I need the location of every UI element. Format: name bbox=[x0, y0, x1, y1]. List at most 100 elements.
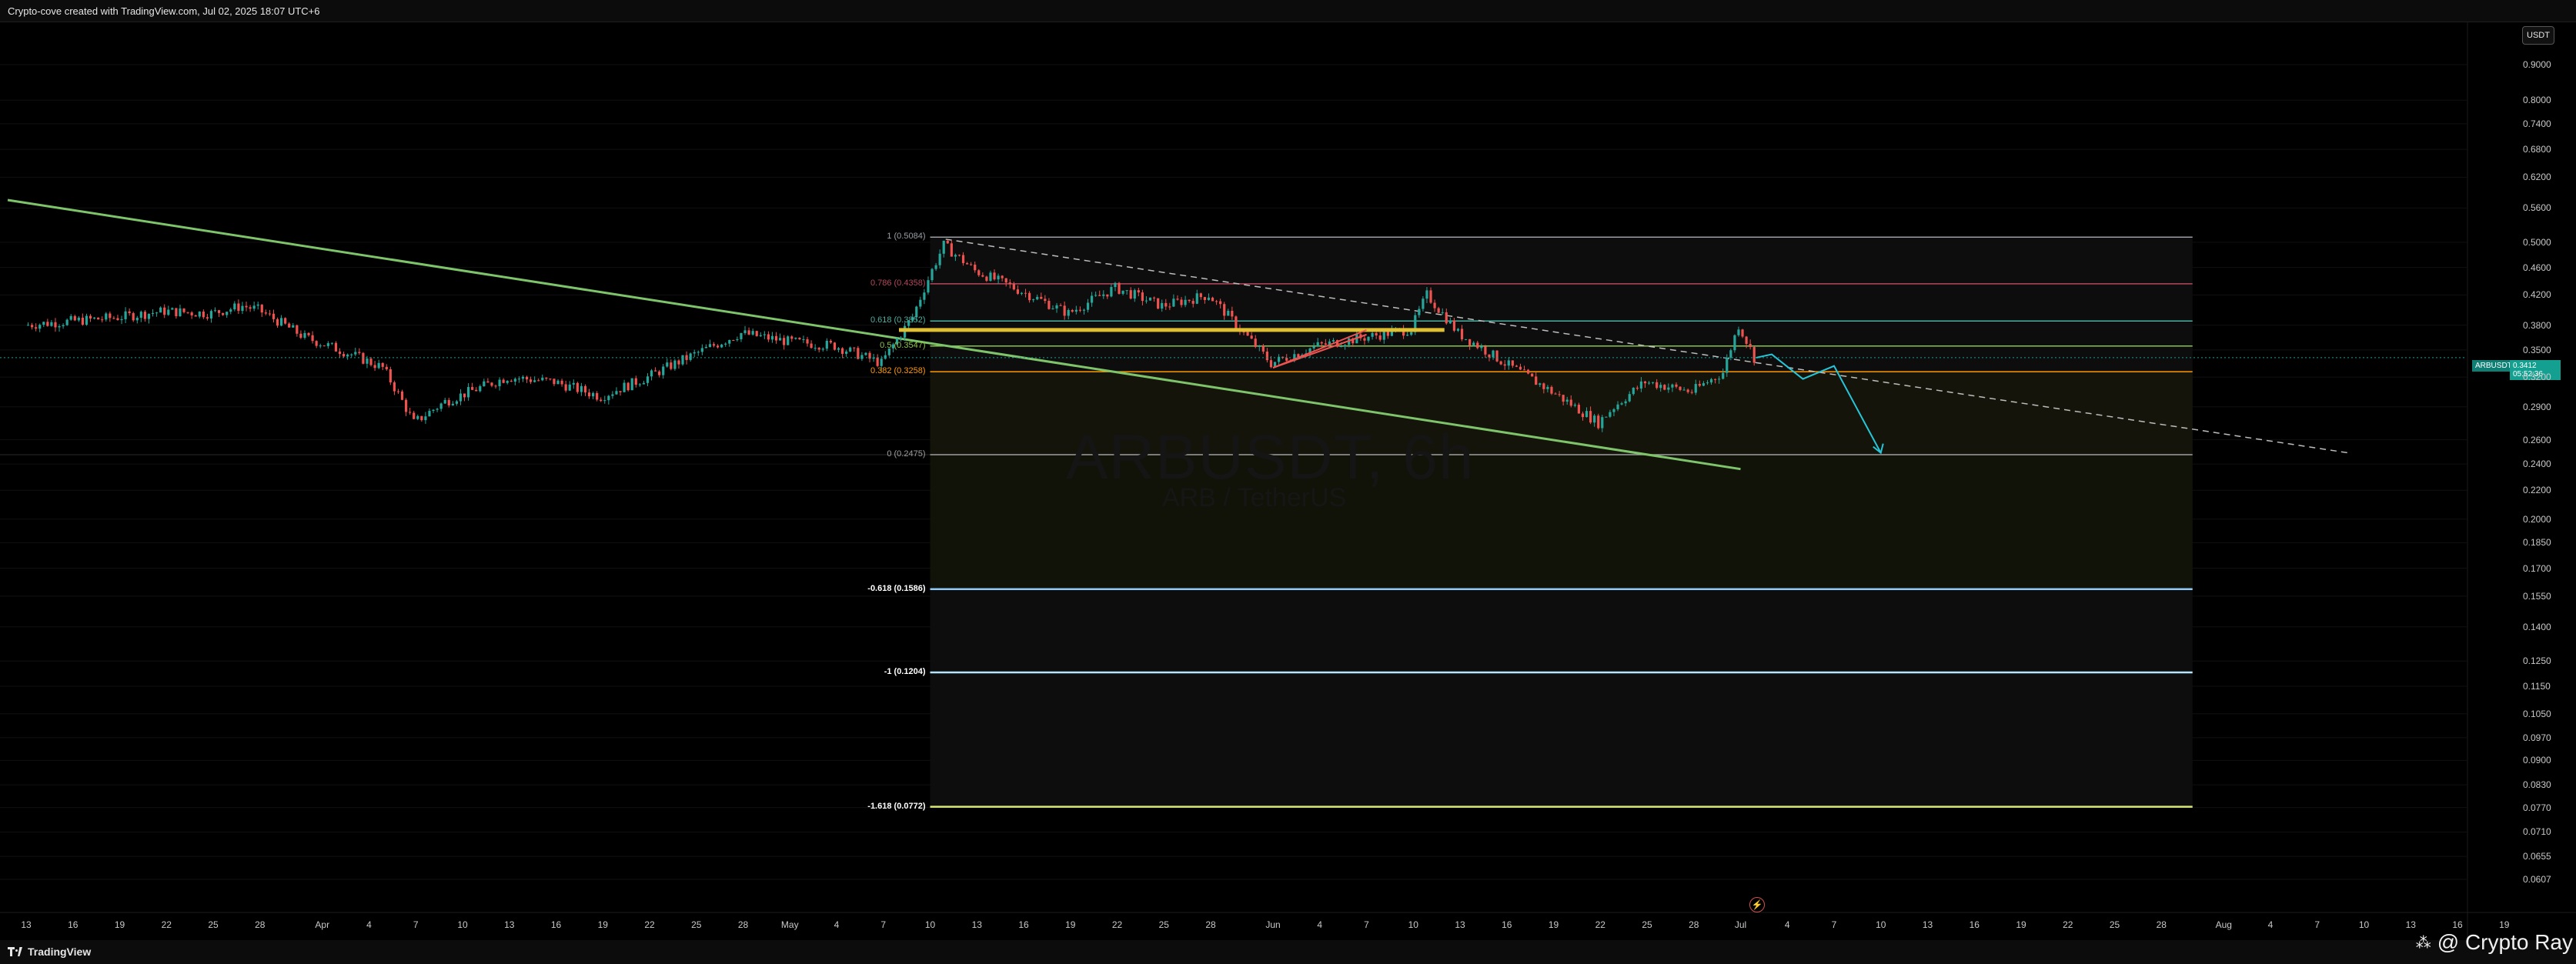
candle bbox=[829, 340, 833, 343]
candle bbox=[1063, 305, 1066, 316]
candle bbox=[342, 354, 346, 357]
candle bbox=[1609, 412, 1612, 417]
candle bbox=[202, 311, 205, 318]
candle bbox=[451, 403, 454, 405]
candle bbox=[334, 342, 338, 352]
price-tick-21: 0.1250 bbox=[2523, 655, 2551, 667]
date-tick-31: 16 bbox=[1502, 919, 1512, 930]
candle bbox=[1546, 386, 1549, 389]
candle bbox=[981, 275, 984, 277]
candle bbox=[1550, 386, 1553, 394]
candle bbox=[642, 382, 646, 385]
candle bbox=[1055, 305, 1058, 309]
candle bbox=[1667, 387, 1670, 390]
candle bbox=[222, 312, 225, 315]
candle bbox=[237, 303, 240, 312]
candle bbox=[1733, 335, 1736, 351]
candle bbox=[1558, 394, 1561, 395]
candle bbox=[73, 315, 76, 321]
price-tick-15: 0.2200 bbox=[2523, 485, 2551, 496]
date-tick-43: 22 bbox=[2063, 919, 2073, 930]
candle bbox=[1713, 379, 1717, 380]
candle bbox=[1261, 345, 1265, 352]
candle bbox=[443, 399, 446, 404]
date-tick-0: 13 bbox=[21, 919, 32, 930]
date-tick-51: 16 bbox=[2452, 919, 2463, 930]
candle bbox=[420, 415, 423, 421]
candle bbox=[299, 333, 302, 339]
date-tick-15: 28 bbox=[737, 919, 749, 930]
candle bbox=[116, 318, 119, 321]
candle bbox=[276, 319, 279, 326]
date-tick-14: 25 bbox=[691, 919, 702, 930]
currency-button[interactable]: USDT bbox=[2522, 26, 2554, 45]
candle bbox=[736, 339, 739, 341]
date-tick-36: Jul bbox=[1734, 919, 1747, 930]
candle bbox=[974, 264, 977, 271]
candle bbox=[596, 392, 599, 400]
candle bbox=[864, 352, 867, 355]
candle bbox=[92, 317, 96, 319]
candle bbox=[884, 355, 887, 359]
candle bbox=[572, 382, 575, 385]
candle bbox=[268, 313, 272, 315]
price-tick-29: 0.0655 bbox=[2523, 851, 2551, 862]
candle bbox=[693, 352, 696, 354]
candle bbox=[1656, 382, 1659, 389]
candle bbox=[1690, 392, 1693, 393]
candle bbox=[1207, 297, 1211, 300]
candle bbox=[279, 318, 283, 326]
candle bbox=[837, 348, 840, 350]
candle bbox=[1047, 301, 1051, 309]
candle bbox=[1663, 385, 1666, 390]
candle bbox=[985, 276, 988, 281]
candle bbox=[993, 272, 996, 280]
candle bbox=[623, 382, 626, 392]
candle bbox=[89, 315, 92, 319]
price-tick-5: 0.5600 bbox=[2523, 202, 2551, 214]
candle bbox=[1371, 332, 1374, 337]
candle bbox=[825, 340, 828, 349]
candle bbox=[650, 370, 653, 377]
candle bbox=[50, 322, 53, 326]
candle bbox=[553, 379, 556, 385]
date-tick-44: 25 bbox=[2109, 919, 2120, 930]
candle bbox=[783, 338, 786, 345]
candle bbox=[1492, 350, 1495, 358]
date-tick-50: 13 bbox=[2405, 919, 2416, 930]
candle bbox=[264, 312, 267, 314]
candle bbox=[1320, 342, 1323, 344]
price-tick-22: 0.1150 bbox=[2523, 681, 2551, 692]
candle bbox=[1312, 345, 1315, 349]
candle bbox=[806, 339, 809, 344]
fib-label-5: 0 (0.2475) bbox=[887, 449, 926, 459]
price-tick-18: 0.1700 bbox=[2523, 562, 2551, 574]
candle bbox=[1709, 379, 1713, 383]
candle bbox=[303, 332, 306, 339]
candle bbox=[568, 384, 571, 391]
date-tick-22: 19 bbox=[1065, 919, 1076, 930]
candle bbox=[209, 311, 213, 319]
candle bbox=[857, 348, 860, 359]
candle bbox=[1422, 299, 1425, 309]
candle bbox=[1484, 346, 1487, 355]
symbol-tag: ARBUSDT bbox=[2472, 360, 2515, 372]
candle bbox=[1698, 384, 1701, 386]
candle bbox=[179, 308, 182, 316]
date-tick-40: 13 bbox=[1922, 919, 1933, 930]
candle bbox=[233, 303, 236, 310]
candle bbox=[603, 400, 606, 402]
candle bbox=[794, 338, 797, 339]
candle bbox=[1378, 335, 1382, 340]
candle bbox=[475, 389, 478, 392]
date-tick-26: Jun bbox=[1265, 919, 1281, 930]
candle bbox=[646, 376, 650, 383]
tradingview-logo[interactable]: TradingView bbox=[8, 946, 91, 958]
candle bbox=[1511, 360, 1514, 366]
candle bbox=[1008, 282, 1011, 285]
lightning-icon[interactable]: ⚡ bbox=[1749, 897, 1765, 912]
candle bbox=[1612, 409, 1615, 412]
candle bbox=[163, 307, 166, 315]
candle bbox=[580, 385, 583, 392]
candle bbox=[151, 313, 155, 315]
